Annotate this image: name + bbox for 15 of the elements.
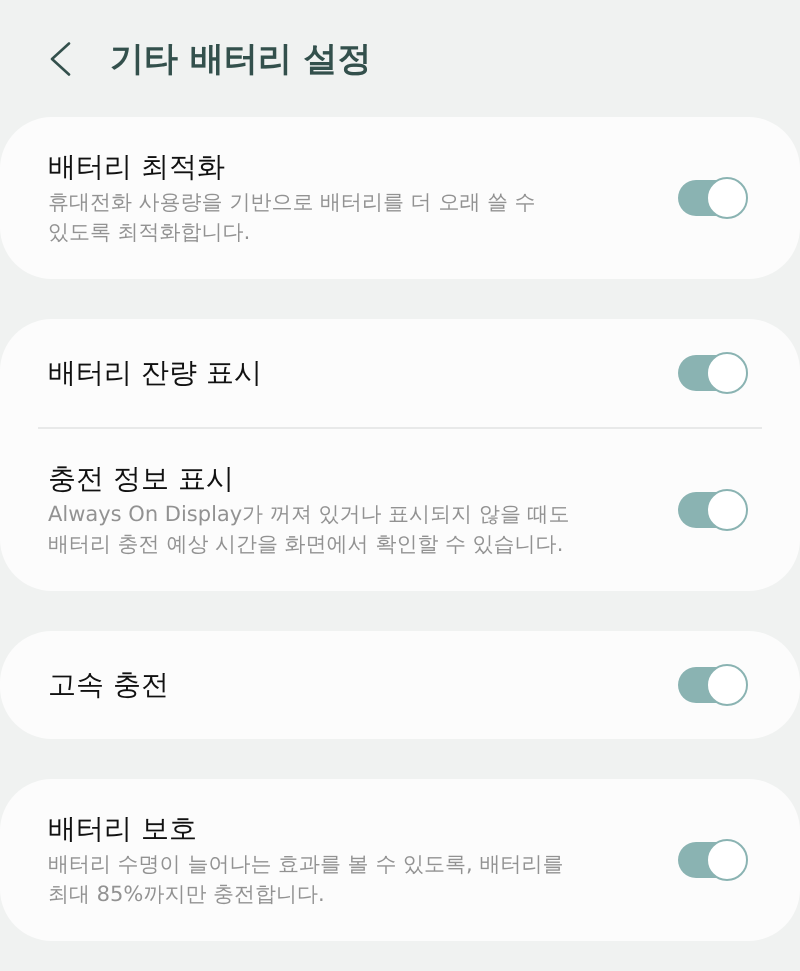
setting-title: 배터리 보호 <box>48 811 198 847</box>
setting-title: 배터리 최적화 <box>48 149 226 185</box>
toggle-switch[interactable] <box>678 663 748 707</box>
back-icon[interactable] <box>48 42 72 76</box>
setting-title: 충전 정보 표시 <box>48 461 235 497</box>
setting-description: 배터리 수명이 늘어나는 효과를 볼 수 있도록, 배터리를 최대 85%까지만 충전합니다. <box>48 851 564 908</box>
setting-description: Always On Display가 꺼져 있거나 표시되지 않을 때도 배터리 충전 예상 시간을 화면에서 확인할 수 있습니다. <box>48 501 571 558</box>
toggle-switch[interactable] <box>678 176 748 220</box>
toggle-switch[interactable] <box>678 351 748 395</box>
setting-title: 고속 충전 <box>48 667 170 703</box>
page-title: 기타 배터리 설정 <box>110 38 372 78</box>
setting-description: 휴대전화 사용량을 기반으로 배터리를 더 오래 쓸 수 있도록 최적화합니다. <box>48 189 537 246</box>
toggle-switch[interactable] <box>678 488 748 532</box>
setting-title: 배터리 잔량 표시 <box>48 355 263 391</box>
toggle-switch[interactable] <box>678 838 748 882</box>
